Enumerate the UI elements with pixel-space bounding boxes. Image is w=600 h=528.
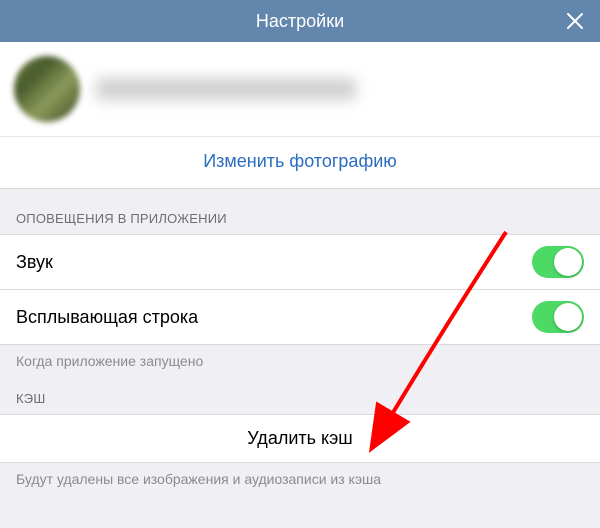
change-photo-button[interactable]: Изменить фотографию xyxy=(0,136,600,188)
popup-row[interactable]: Всплывающая строка xyxy=(0,290,600,345)
notifications-header: ОПОВЕЩЕНИЯ В ПРИЛОЖЕНИИ xyxy=(0,189,600,234)
sound-row[interactable]: Звук xyxy=(0,234,600,290)
toggle-knob xyxy=(554,248,582,276)
notifications-footer: Когда приложение запущено xyxy=(0,345,600,369)
toggle-knob xyxy=(554,303,582,331)
profile-name xyxy=(96,78,356,100)
popup-label: Всплывающая строка xyxy=(16,307,198,328)
avatar xyxy=(14,56,80,122)
close-button[interactable] xyxy=(564,10,586,32)
cache-footer: Будут удалены все изображения и аудиозап… xyxy=(0,463,600,487)
profile-section: Изменить фотографию xyxy=(0,42,600,189)
sound-label: Звук xyxy=(16,252,53,273)
header-bar: Настройки xyxy=(0,0,600,42)
page-title: Настройки xyxy=(256,11,344,32)
close-icon xyxy=(564,10,586,32)
sound-toggle[interactable] xyxy=(532,246,584,278)
popup-toggle[interactable] xyxy=(532,301,584,333)
clear-cache-button[interactable]: Удалить кэш xyxy=(0,414,600,463)
profile-row[interactable] xyxy=(0,42,600,136)
cache-header: КЭШ xyxy=(0,369,600,414)
